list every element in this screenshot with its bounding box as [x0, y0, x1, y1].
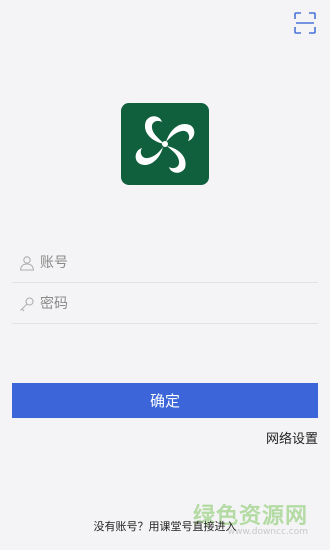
account-input[interactable] [40, 248, 318, 278]
account-field[interactable] [12, 244, 318, 283]
user-icon [18, 254, 36, 272]
enter-with-class-code-link[interactable]: 没有账号？用课堂号直接进入 [0, 518, 330, 534]
app-logo [121, 103, 209, 185]
pinwheel-logo-icon [135, 116, 195, 173]
password-field[interactable] [12, 285, 318, 324]
key-icon [18, 295, 36, 313]
scan-icon[interactable] [294, 12, 316, 34]
confirm-button[interactable]: 确定 [12, 383, 318, 418]
password-input[interactable] [40, 289, 318, 319]
network-settings-link[interactable]: 网络设置 [266, 428, 318, 447]
